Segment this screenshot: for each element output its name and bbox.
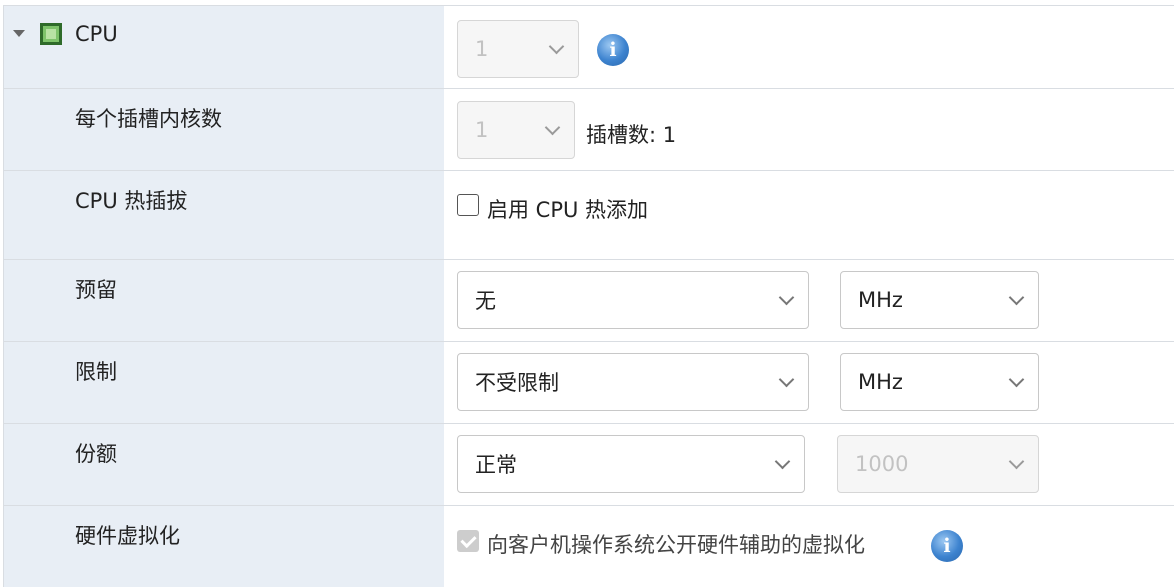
- chevron-down-icon: [774, 453, 791, 470]
- chevron-down-icon: [1008, 371, 1025, 388]
- row-cpu: CPU 1 i: [3, 6, 1174, 89]
- reservation-unit-value: MHz: [858, 288, 903, 312]
- limit-label: 限制: [75, 360, 117, 384]
- reservation-unit-select[interactable]: MHz: [840, 271, 1039, 329]
- row-hardware-virtualization: 硬件虚拟化 向客户机操作系统公开硬件辅助的虚拟化 i: [3, 505, 1174, 587]
- limit-value: 不受限制: [475, 371, 559, 395]
- sockets-count-text: 插槽数: 1: [586, 123, 677, 147]
- cpu-label: CPU: [75, 22, 118, 46]
- cpu-hot-add-checkbox[interactable]: [457, 194, 479, 216]
- row-limit: 限制 不受限制 MHz: [3, 341, 1174, 424]
- chevron-down-icon: [548, 38, 565, 55]
- row-shares: 份额 正常 1000: [3, 423, 1174, 506]
- limit-unit-select[interactable]: MHz: [840, 353, 1039, 411]
- hardware-virtualization-checkbox[interactable]: [457, 530, 479, 552]
- info-icon[interactable]: i: [597, 34, 629, 66]
- cpu-chip-icon: [40, 23, 62, 45]
- cpu-settings-table: CPU 1 i 每个插槽内核数 1 插槽数: 1 CPU 热插拔 启用 CPU …: [3, 5, 1174, 587]
- chevron-down-icon: [1008, 289, 1025, 306]
- reservation-select[interactable]: 无: [457, 271, 809, 329]
- reservation-value: 无: [475, 289, 496, 313]
- shares-value: 正常: [475, 453, 517, 477]
- row-cpu-hotplug: CPU 热插拔 启用 CPU 热添加: [3, 170, 1174, 260]
- caret-down-icon[interactable]: [13, 30, 25, 37]
- cpu-hotplug-label: CPU 热插拔: [75, 189, 188, 213]
- cpu-count-select[interactable]: 1: [457, 20, 579, 78]
- cores-per-socket-label: 每个插槽内核数: [75, 107, 222, 131]
- hardware-virtualization-checkbox-label[interactable]: 向客户机操作系统公开硬件辅助的虚拟化: [487, 529, 865, 559]
- shares-label: 份额: [75, 442, 117, 466]
- cpu-count-value: 1: [475, 37, 489, 61]
- hardware-virtualization-label: 硬件虚拟化: [75, 524, 180, 548]
- shares-amount-select[interactable]: 1000: [837, 435, 1039, 493]
- cores-per-socket-value: 1: [475, 118, 489, 142]
- shares-select[interactable]: 正常: [457, 435, 805, 493]
- chevron-down-icon: [1008, 453, 1025, 470]
- info-icon[interactable]: i: [931, 530, 963, 562]
- limit-unit-value: MHz: [858, 370, 903, 394]
- chevron-down-icon: [544, 119, 561, 136]
- reservation-label: 预留: [75, 278, 117, 302]
- chevron-down-icon: [778, 371, 795, 388]
- chevron-down-icon: [778, 289, 795, 306]
- shares-amount-value: 1000: [855, 452, 909, 476]
- cores-per-socket-select[interactable]: 1: [457, 101, 575, 159]
- cpu-hot-add-label[interactable]: 启用 CPU 热添加: [487, 194, 648, 224]
- row-reservation: 预留 无 MHz: [3, 259, 1174, 342]
- row-cores-per-socket: 每个插槽内核数 1 插槽数: 1: [3, 88, 1174, 171]
- limit-select[interactable]: 不受限制: [457, 353, 809, 411]
